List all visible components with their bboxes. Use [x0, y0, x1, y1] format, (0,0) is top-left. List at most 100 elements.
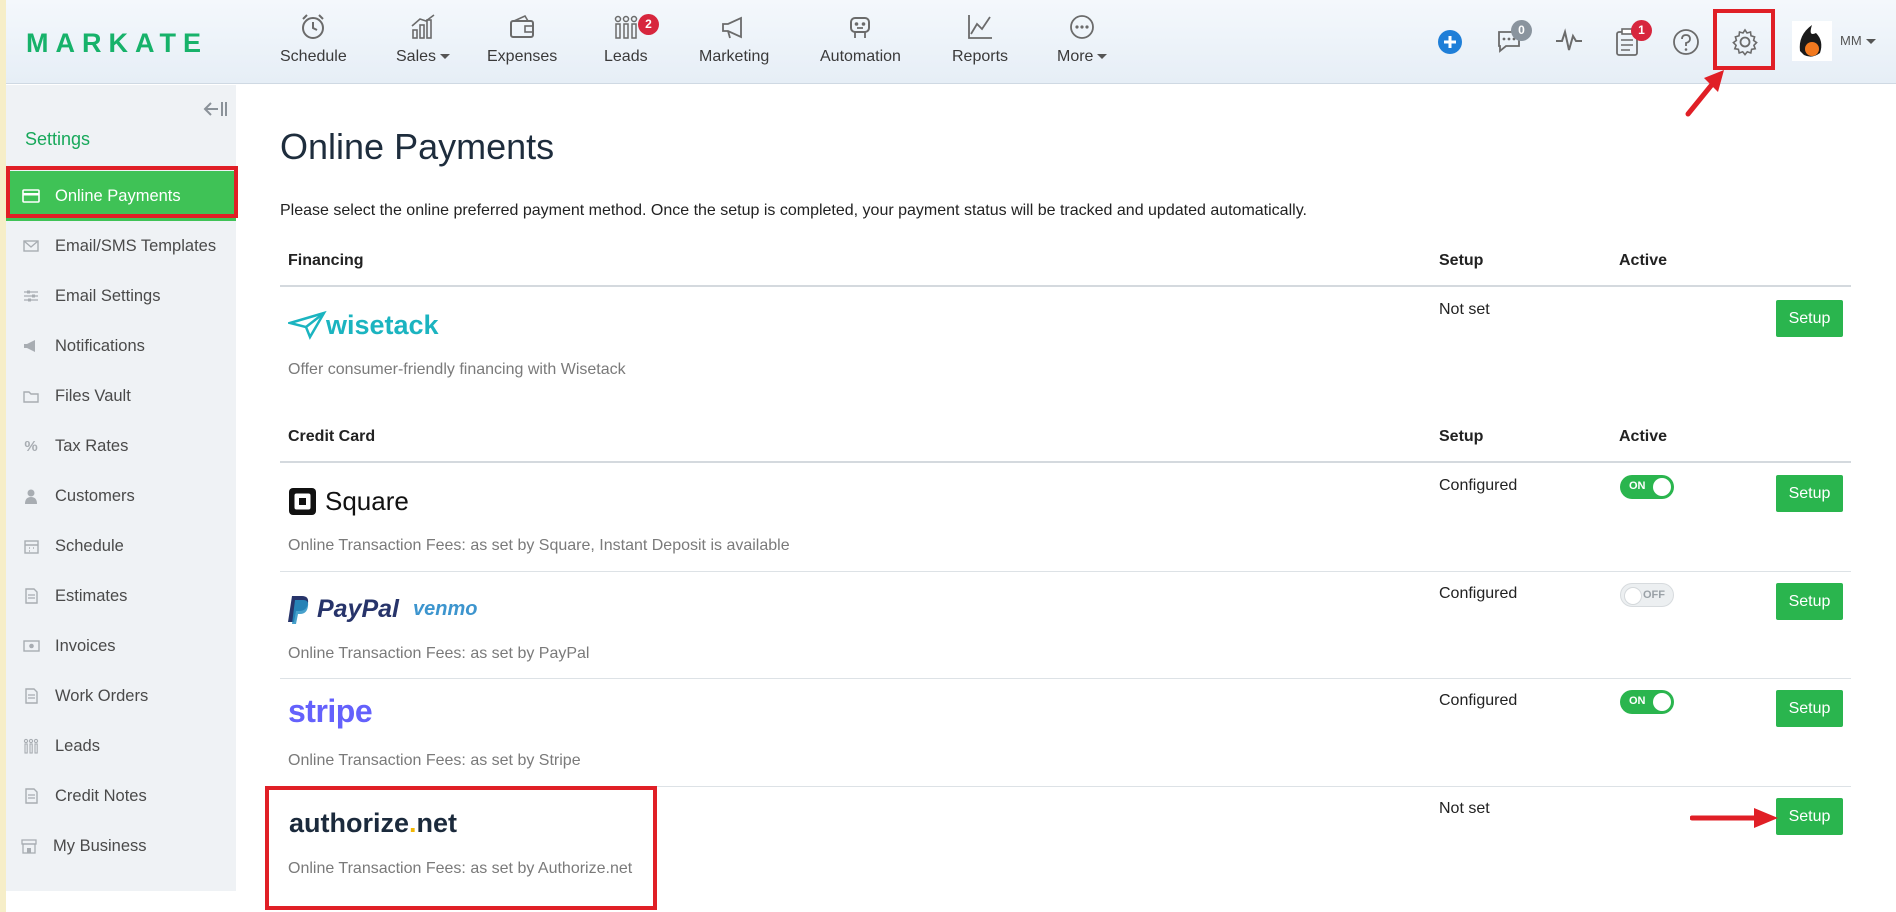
messages-badge: 0: [1511, 20, 1532, 41]
sidebar-item-label: Estimates: [55, 586, 128, 605]
store-icon: [20, 837, 38, 855]
paypal-active-toggle[interactable]: OFF: [1620, 583, 1674, 607]
square-active-toggle[interactable]: ON: [1620, 475, 1674, 499]
sidebar-item-label: Leads: [55, 736, 100, 755]
megaphone-icon: [22, 337, 40, 355]
add-new-button[interactable]: [1437, 29, 1463, 60]
nav-sales-label: Sales: [396, 48, 437, 65]
avatar: [1792, 21, 1832, 61]
sidebar-item-label: Work Orders: [55, 686, 149, 705]
nav-marketing[interactable]: Marketing: [699, 12, 769, 66]
tasks-button[interactable]: 1: [1614, 20, 1652, 62]
highlight-box-settings: [1713, 9, 1775, 70]
svg-text:wisetack: wisetack: [325, 310, 440, 340]
sidebar-item-tax-rates[interactable]: % Tax Rates: [6, 421, 236, 471]
square-description: Online Transaction Fees: as set by Squar…: [288, 537, 790, 554]
nav-schedule[interactable]: Schedule: [280, 12, 347, 66]
folder-icon: [22, 387, 40, 405]
sidebar-item-label: Notifications: [55, 336, 145, 355]
leads-badge: 2: [638, 14, 659, 35]
sidebar-item-label: Files Vault: [55, 386, 131, 405]
more-dots-icon: [1070, 15, 1095, 39]
authorize-net-setup-button[interactable]: Setup: [1776, 798, 1843, 835]
collapse-sidebar-button[interactable]: [202, 99, 228, 124]
document-icon: [22, 587, 40, 605]
nav-expenses[interactable]: Expenses: [487, 12, 557, 66]
square-logo: Square: [288, 486, 409, 517]
venmo-name: venmo: [413, 597, 478, 620]
sidebar-item-notifications[interactable]: Notifications: [6, 321, 236, 371]
top-navbar: MARKATE Schedule Sales Expenses Leads 2 …: [0, 0, 1896, 84]
wallet-icon: [510, 14, 535, 38]
authorize-net-setup-status: Not set: [1439, 800, 1490, 817]
divider: [280, 571, 1851, 572]
nav-automation[interactable]: Automation: [820, 12, 901, 66]
sidebar-item-label: Invoices: [55, 636, 116, 655]
highlight-box-authorize-net: [265, 786, 657, 910]
sidebar-item-email-settings[interactable]: Email Settings: [6, 271, 236, 321]
leads-icon: [614, 15, 638, 39]
paypal-brand-icon: [288, 596, 309, 624]
divider: [280, 285, 1851, 287]
nav-more[interactable]: More: [1057, 12, 1108, 66]
sidebar-item-label: Tax Rates: [55, 436, 129, 455]
wisetack-logo: wisetack: [285, 307, 468, 348]
sidebar-item-label: Credit Notes: [55, 786, 147, 805]
percent-icon: %: [24, 437, 38, 455]
stripe-setup-button[interactable]: Setup: [1776, 690, 1843, 727]
markate-logo[interactable]: MARKATE: [26, 28, 208, 59]
square-brand-icon: [289, 488, 316, 515]
sidebar-item-label: Customers: [55, 486, 135, 505]
document-icon: [22, 787, 40, 805]
nav-sales[interactable]: Sales: [396, 12, 451, 66]
credit-card-active-header: Active: [1619, 428, 1668, 445]
nav-more-label: More: [1057, 48, 1094, 65]
paypal-venmo-logo: PayPal venmo: [287, 594, 477, 624]
nav-leads[interactable]: Leads 2: [604, 12, 659, 66]
stripe-logo: stripe: [288, 693, 373, 729]
paypal-description: Online Transaction Fees: as set by PayPa…: [288, 645, 590, 662]
robot-icon: [850, 17, 871, 38]
sidebar-item-my-business[interactable]: My Business: [6, 821, 236, 871]
chevron-down-icon: [1865, 39, 1876, 45]
intro-text: Please select the online preferred payme…: [280, 202, 1307, 219]
sidebar-item-leads[interactable]: Leads: [6, 721, 236, 771]
sidebar-item-work-orders[interactable]: Work Orders: [6, 671, 236, 721]
square-setup-status: Configured: [1439, 477, 1518, 494]
leads-icon: [22, 737, 40, 755]
nav-automation-label: Automation: [820, 48, 901, 65]
sidebar-item-invoices[interactable]: Invoices: [6, 621, 236, 671]
sidebar-item-email-sms-templates[interactable]: Email/SMS Templates: [6, 221, 236, 271]
nav-leads-label: Leads: [604, 48, 648, 65]
nav-reports[interactable]: Reports: [952, 12, 1008, 66]
document-icon: [22, 687, 40, 705]
envelope-icon: [22, 237, 40, 255]
highlight-box-online-payments: [6, 166, 238, 218]
line-chart-icon: [968, 15, 993, 39]
wisetack-setup-button[interactable]: Setup: [1776, 300, 1843, 337]
sidebar-item-label: Email/SMS Templates: [55, 236, 217, 255]
messages-button[interactable]: 0: [1494, 20, 1532, 61]
divider: [280, 461, 1851, 463]
red-arrow-right-icon: [1690, 808, 1778, 828]
user-menu[interactable]: [1792, 21, 1832, 66]
user-initials[interactable]: MM: [1840, 33, 1876, 48]
sliders-icon: [22, 287, 40, 305]
sidebar-item-customers[interactable]: Customers: [6, 471, 236, 521]
sidebar-item-schedule[interactable]: Schedule: [6, 521, 236, 571]
calendar-icon: [22, 537, 40, 555]
sidebar-item-files-vault[interactable]: Files Vault: [6, 371, 236, 421]
activity-button[interactable]: [1554, 28, 1584, 59]
sidebar-item-estimates[interactable]: Estimates: [6, 571, 236, 621]
nav-expenses-label: Expenses: [487, 48, 558, 65]
stripe-active-toggle[interactable]: ON: [1620, 690, 1674, 714]
person-icon: [22, 487, 40, 505]
paypal-name: PayPal: [317, 594, 400, 623]
square-setup-button[interactable]: Setup: [1776, 475, 1843, 512]
sidebar-item-label: Email Settings: [55, 286, 161, 305]
paypal-setup-button[interactable]: Setup: [1776, 583, 1843, 620]
help-button[interactable]: [1672, 28, 1700, 61]
page-title: Online Payments: [280, 126, 555, 167]
help-icon: [1673, 29, 1699, 55]
sidebar-item-credit-notes[interactable]: Credit Notes: [6, 771, 236, 821]
